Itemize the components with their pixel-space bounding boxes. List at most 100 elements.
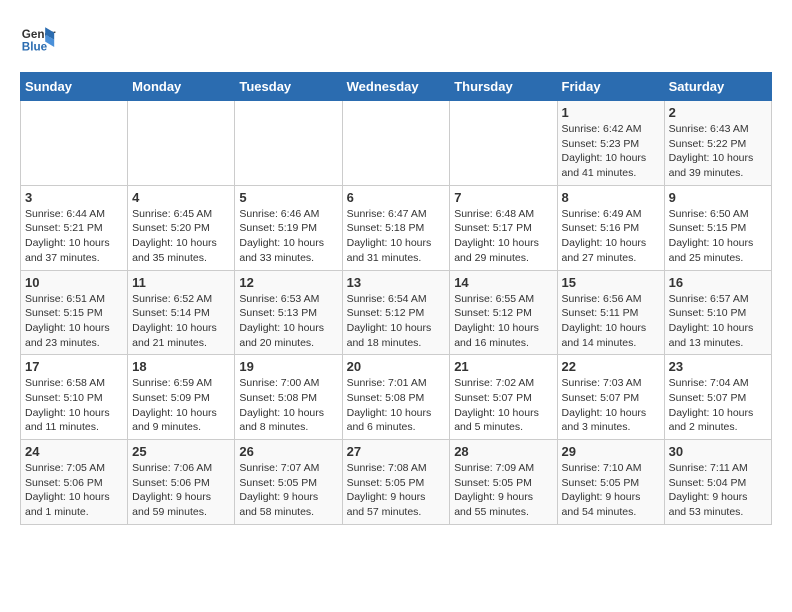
calendar-cell: 27 Sunrise: 7:08 AM Sunset: 5:05 PM Dayli… — [342, 440, 450, 525]
day-info: Sunrise: 6:56 AM Sunset: 5:11 PM Dayligh… — [562, 292, 660, 351]
calendar-cell: 13 Sunrise: 6:54 AM Sunset: 5:12 PM Dayli… — [342, 270, 450, 355]
calendar-cell: 23 Sunrise: 7:04 AM Sunset: 5:07 PM Dayli… — [664, 355, 771, 440]
calendar-cell: 17 Sunrise: 6:58 AM Sunset: 5:10 PM Dayli… — [21, 355, 128, 440]
day-info: Sunrise: 7:08 AM Sunset: 5:05 PM Dayligh… — [347, 461, 446, 520]
day-number: 29 — [562, 444, 660, 459]
day-info: Sunrise: 7:07 AM Sunset: 5:05 PM Dayligh… — [239, 461, 337, 520]
day-number: 17 — [25, 359, 123, 374]
day-info: Sunrise: 6:45 AM Sunset: 5:20 PM Dayligh… — [132, 207, 230, 266]
day-number: 22 — [562, 359, 660, 374]
day-info: Sunrise: 6:55 AM Sunset: 5:12 PM Dayligh… — [454, 292, 552, 351]
day-number: 13 — [347, 275, 446, 290]
calendar-week-row: 17 Sunrise: 6:58 AM Sunset: 5:10 PM Dayli… — [21, 355, 772, 440]
calendar-cell: 28 Sunrise: 7:09 AM Sunset: 5:05 PM Dayli… — [450, 440, 557, 525]
calendar-cell: 15 Sunrise: 6:56 AM Sunset: 5:11 PM Dayli… — [557, 270, 664, 355]
day-header-sunday: Sunday — [21, 73, 128, 101]
day-info: Sunrise: 7:11 AM Sunset: 5:04 PM Dayligh… — [669, 461, 767, 520]
day-info: Sunrise: 7:05 AM Sunset: 5:06 PM Dayligh… — [25, 461, 123, 520]
calendar-table: SundayMondayTuesdayWednesdayThursdayFrid… — [20, 72, 772, 525]
day-info: Sunrise: 6:50 AM Sunset: 5:15 PM Dayligh… — [669, 207, 767, 266]
day-number: 5 — [239, 190, 337, 205]
calendar-cell: 5Sunrise: 6:46 AM Sunset: 5:19 PM Daylig… — [235, 185, 342, 270]
day-info: Sunrise: 6:43 AM Sunset: 5:22 PM Dayligh… — [669, 122, 767, 181]
day-info: Sunrise: 6:44 AM Sunset: 5:21 PM Dayligh… — [25, 207, 123, 266]
calendar-cell: 25Sunrise: 7:06 AM Sunset: 5:06 PM Dayli… — [128, 440, 235, 525]
day-number: 24 — [25, 444, 123, 459]
day-number: 12 — [239, 275, 337, 290]
calendar-cell: 16 Sunrise: 6:57 AM Sunset: 5:10 PM Dayli… — [664, 270, 771, 355]
day-number: 23 — [669, 359, 767, 374]
day-info: Sunrise: 6:48 AM Sunset: 5:17 PM Dayligh… — [454, 207, 552, 266]
day-info: Sunrise: 6:42 AM Sunset: 5:23 PM Dayligh… — [562, 122, 660, 181]
day-info: Sunrise: 6:53 AM Sunset: 5:13 PM Dayligh… — [239, 292, 337, 351]
calendar-cell: 24 Sunrise: 7:05 AM Sunset: 5:06 PM Dayli… — [21, 440, 128, 525]
day-number: 27 — [347, 444, 446, 459]
day-number: 9 — [669, 190, 767, 205]
day-number: 1 — [562, 105, 660, 120]
calendar-cell: 2Sunrise: 6:43 AM Sunset: 5:22 PM Daylig… — [664, 101, 771, 186]
day-header-friday: Friday — [557, 73, 664, 101]
calendar-cell: 18 Sunrise: 6:59 AM Sunset: 5:09 PM Dayli… — [128, 355, 235, 440]
calendar-cell: 29 Sunrise: 7:10 AM Sunset: 5:05 PM Dayli… — [557, 440, 664, 525]
calendar-header-row: SundayMondayTuesdayWednesdayThursdayFrid… — [21, 73, 772, 101]
calendar-cell: 9 Sunrise: 6:50 AM Sunset: 5:15 PM Daylig… — [664, 185, 771, 270]
day-header-tuesday: Tuesday — [235, 73, 342, 101]
calendar-week-row: 24 Sunrise: 7:05 AM Sunset: 5:06 PM Dayli… — [21, 440, 772, 525]
day-info: Sunrise: 7:02 AM Sunset: 5:07 PM Dayligh… — [454, 376, 552, 435]
day-number: 21 — [454, 359, 552, 374]
calendar-cell: 4 Sunrise: 6:45 AM Sunset: 5:20 PM Daylig… — [128, 185, 235, 270]
day-number: 16 — [669, 275, 767, 290]
calendar-cell — [21, 101, 128, 186]
calendar-cell: 26 Sunrise: 7:07 AM Sunset: 5:05 PM Dayli… — [235, 440, 342, 525]
day-number: 15 — [562, 275, 660, 290]
day-info: Sunrise: 7:01 AM Sunset: 5:08 PM Dayligh… — [347, 376, 446, 435]
day-info: Sunrise: 7:03 AM Sunset: 5:07 PM Dayligh… — [562, 376, 660, 435]
day-info: Sunrise: 6:58 AM Sunset: 5:10 PM Dayligh… — [25, 376, 123, 435]
day-number: 28 — [454, 444, 552, 459]
calendar-cell: 10Sunrise: 6:51 AM Sunset: 5:15 PM Dayli… — [21, 270, 128, 355]
day-number: 10 — [25, 275, 123, 290]
logo: General Blue — [20, 20, 56, 56]
day-number: 30 — [669, 444, 767, 459]
calendar-cell — [128, 101, 235, 186]
day-info: Sunrise: 7:10 AM Sunset: 5:05 PM Dayligh… — [562, 461, 660, 520]
calendar-cell: 12 Sunrise: 6:53 AM Sunset: 5:13 PM Dayli… — [235, 270, 342, 355]
day-info: Sunrise: 6:54 AM Sunset: 5:12 PM Dayligh… — [347, 292, 446, 351]
day-number: 7 — [454, 190, 552, 205]
day-number: 18 — [132, 359, 230, 374]
day-info: Sunrise: 6:52 AM Sunset: 5:14 PM Dayligh… — [132, 292, 230, 351]
day-number: 19 — [239, 359, 337, 374]
calendar-cell: 11 Sunrise: 6:52 AM Sunset: 5:14 PM Dayli… — [128, 270, 235, 355]
day-info: Sunrise: 6:49 AM Sunset: 5:16 PM Dayligh… — [562, 207, 660, 266]
calendar-week-row: 10Sunrise: 6:51 AM Sunset: 5:15 PM Dayli… — [21, 270, 772, 355]
day-number: 4 — [132, 190, 230, 205]
day-number: 3 — [25, 190, 123, 205]
day-header-wednesday: Wednesday — [342, 73, 450, 101]
day-number: 14 — [454, 275, 552, 290]
day-info: Sunrise: 7:04 AM Sunset: 5:07 PM Dayligh… — [669, 376, 767, 435]
calendar-cell: 1 Sunrise: 6:42 AM Sunset: 5:23 PM Daylig… — [557, 101, 664, 186]
calendar-cell: 21 Sunrise: 7:02 AM Sunset: 5:07 PM Dayli… — [450, 355, 557, 440]
calendar-cell: 8 Sunrise: 6:49 AM Sunset: 5:16 PM Daylig… — [557, 185, 664, 270]
day-number: 26 — [239, 444, 337, 459]
day-info: Sunrise: 7:09 AM Sunset: 5:05 PM Dayligh… — [454, 461, 552, 520]
day-header-monday: Monday — [128, 73, 235, 101]
day-info: Sunrise: 6:59 AM Sunset: 5:09 PM Dayligh… — [132, 376, 230, 435]
day-number: 8 — [562, 190, 660, 205]
calendar-week-row: 1 Sunrise: 6:42 AM Sunset: 5:23 PM Daylig… — [21, 101, 772, 186]
calendar-cell: 19Sunrise: 7:00 AM Sunset: 5:08 PM Dayli… — [235, 355, 342, 440]
day-info: Sunrise: 6:47 AM Sunset: 5:18 PM Dayligh… — [347, 207, 446, 266]
calendar-cell: 30 Sunrise: 7:11 AM Sunset: 5:04 PM Dayli… — [664, 440, 771, 525]
calendar-cell — [450, 101, 557, 186]
calendar-cell: 20 Sunrise: 7:01 AM Sunset: 5:08 PM Dayli… — [342, 355, 450, 440]
day-header-saturday: Saturday — [664, 73, 771, 101]
day-number: 20 — [347, 359, 446, 374]
day-header-thursday: Thursday — [450, 73, 557, 101]
day-number: 25 — [132, 444, 230, 459]
day-number: 11 — [132, 275, 230, 290]
logo-icon: General Blue — [20, 20, 56, 56]
header: General Blue — [20, 20, 772, 56]
calendar-cell — [235, 101, 342, 186]
day-info: Sunrise: 6:57 AM Sunset: 5:10 PM Dayligh… — [669, 292, 767, 351]
calendar-cell: 3 Sunrise: 6:44 AM Sunset: 5:21 PM Daylig… — [21, 185, 128, 270]
